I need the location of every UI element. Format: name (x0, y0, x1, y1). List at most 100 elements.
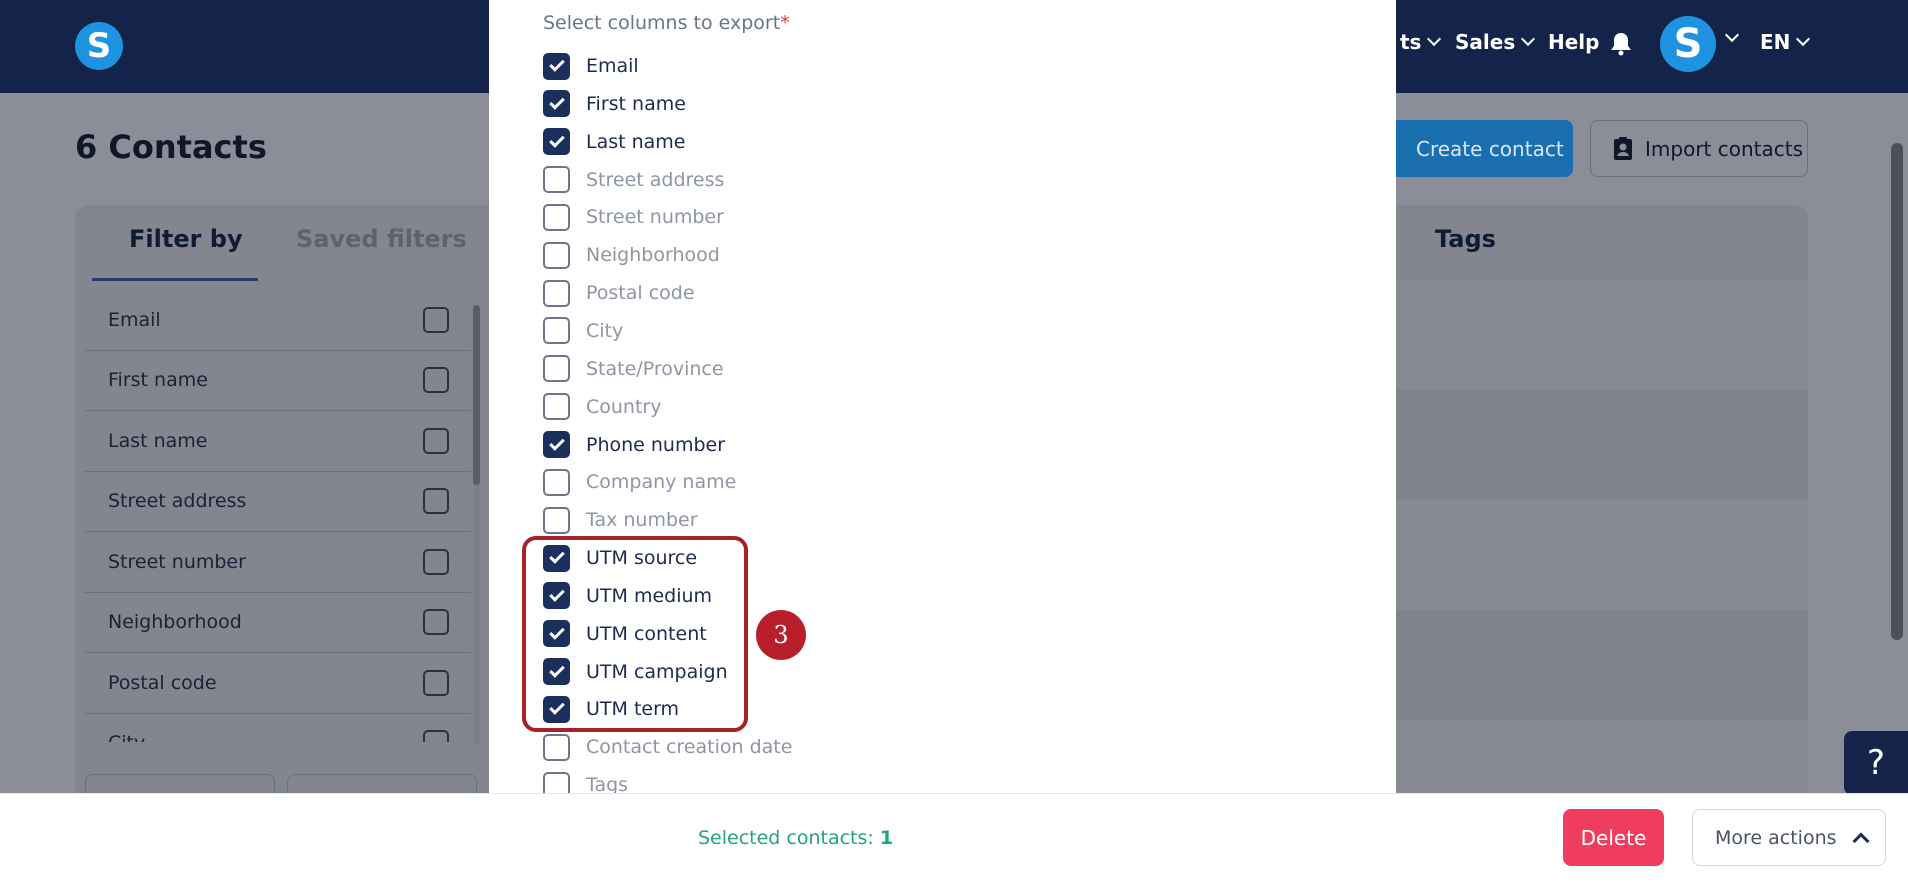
export-option-label: Postal code (586, 282, 695, 305)
filter-item[interactable]: Email (85, 290, 471, 351)
filter-item[interactable]: Street address (85, 472, 471, 532)
export-option[interactable]: Street number (543, 203, 724, 231)
export-columns-label: Select columns to export* (543, 12, 790, 34)
import-contacts-button[interactable]: Import contacts (1590, 120, 1808, 177)
import-contacts-label: Import contacts (1645, 136, 1803, 161)
filter-item[interactable]: Neighborhood (85, 593, 471, 653)
export-option[interactable]: City (543, 317, 623, 345)
export-option[interactable]: Postal code (543, 279, 695, 307)
export-option[interactable]: Email (543, 52, 639, 80)
export-option[interactable]: Neighborhood (543, 241, 720, 269)
filter-checkbox[interactable] (423, 367, 449, 394)
export-option-checkbox[interactable] (543, 241, 570, 269)
chevron-down-icon[interactable] (1724, 27, 1740, 43)
app-logo[interactable]: S (75, 22, 123, 70)
create-contact-button[interactable]: Create contact (1380, 120, 1573, 177)
filter-item[interactable]: City (85, 714, 471, 742)
export-option-checkbox[interactable] (543, 393, 570, 421)
filter-checkbox[interactable] (423, 609, 449, 636)
export-option-checkbox[interactable] (543, 468, 570, 496)
nav-item-sales[interactable]: Sales (1455, 30, 1536, 54)
export-option-label: Company name (586, 471, 737, 494)
export-option-label: Street number (586, 206, 724, 229)
export-option-label: Country (586, 395, 662, 418)
table-row (1395, 500, 1808, 610)
nav-item-label: Help (1548, 30, 1600, 54)
export-option[interactable]: Company name (543, 468, 736, 496)
export-option[interactable]: First name (543, 90, 686, 118)
chevron-down-icon (1796, 31, 1811, 47)
export-option[interactable]: Last name (543, 128, 686, 156)
filter-item[interactable]: Street number (85, 532, 471, 593)
checkmark-icon (548, 434, 565, 451)
nav-item-label: Sales (1455, 30, 1516, 54)
tags-column-header: Tags (1435, 225, 1496, 253)
checkmark-icon (548, 131, 565, 148)
language-label: EN (1760, 30, 1791, 54)
export-option[interactable]: Country (543, 393, 661, 421)
step-badge: 3 (756, 610, 806, 660)
filter-item[interactable]: Postal code (85, 653, 471, 714)
export-option-checkbox[interactable] (543, 166, 570, 194)
filter-item[interactable]: First name (85, 351, 471, 411)
nav-item-label: ts (1400, 30, 1422, 54)
filter-checkbox[interactable] (423, 669, 449, 696)
chevron-down-icon (1521, 31, 1536, 47)
avatar[interactable]: S (1660, 16, 1716, 72)
page-title: 6 Contacts (75, 128, 267, 166)
export-option-label: Neighborhood (586, 244, 720, 267)
table-row (1395, 720, 1808, 793)
tab-filter-by[interactable]: Filter by (129, 225, 243, 253)
export-option-label: Phone number (586, 433, 726, 456)
export-option[interactable]: Phone number (543, 431, 725, 459)
export-option[interactable]: Tax number (543, 506, 698, 534)
filter-checkbox[interactable] (423, 548, 449, 575)
export-option-checkbox[interactable] (543, 52, 570, 80)
delete-button[interactable]: Delete (1563, 809, 1664, 866)
export-option[interactable]: State/Province (543, 355, 724, 383)
highlight-box (522, 536, 748, 732)
export-option-label: Last name (586, 130, 686, 153)
table-row (1395, 390, 1808, 500)
language-selector[interactable]: EN (1760, 30, 1811, 54)
table-row (1395, 610, 1808, 720)
tab-underline (92, 278, 258, 281)
tab-saved-filters[interactable]: Saved filters (296, 225, 467, 253)
contact-book-icon (1614, 136, 1632, 160)
required-marker: * (780, 12, 790, 34)
export-option-checkbox[interactable] (543, 279, 570, 307)
filter-scrollbar-thumb[interactable] (473, 305, 480, 485)
export-option-label: State/Province (586, 357, 724, 380)
export-option-checkbox[interactable] (543, 733, 570, 761)
table-row (1395, 280, 1808, 390)
export-option-checkbox[interactable] (543, 431, 570, 458)
export-option-label: Contact creation date (586, 736, 793, 759)
more-actions-label: More actions (1715, 826, 1837, 849)
export-option-label: City (586, 319, 624, 342)
export-option-checkbox[interactable] (543, 90, 570, 118)
filter-list: Email First name Last name Street addres… (85, 290, 471, 742)
help-button[interactable]: ? (1844, 731, 1908, 795)
export-option[interactable]: Contact creation date (543, 733, 792, 761)
page-scrollbar-thumb[interactable] (1891, 143, 1903, 640)
export-option-label: Street address (586, 168, 725, 191)
export-option-label: First name (586, 92, 686, 115)
filter-checkbox[interactable] (423, 488, 449, 515)
chevron-up-icon (1852, 832, 1870, 849)
export-option-checkbox[interactable] (543, 203, 570, 231)
more-actions-button[interactable]: More actions (1692, 809, 1886, 866)
checkmark-icon (548, 56, 565, 72)
nav-item-help[interactable]: Help (1548, 30, 1599, 54)
filter-item[interactable]: Last name (85, 411, 471, 472)
export-option-checkbox[interactable] (543, 506, 570, 534)
filter-checkbox[interactable] (423, 306, 449, 333)
filter-checkbox[interactable] (423, 730, 449, 742)
export-option-checkbox[interactable] (543, 317, 570, 345)
chevron-down-icon (1427, 31, 1442, 47)
export-option-checkbox[interactable] (543, 128, 570, 156)
nav-item-contacts[interactable]: ts (1400, 30, 1442, 54)
export-option-checkbox[interactable] (543, 355, 570, 383)
export-option[interactable]: Street address (543, 166, 724, 194)
filter-checkbox[interactable] (423, 427, 449, 454)
bell-icon[interactable] (1610, 32, 1632, 56)
